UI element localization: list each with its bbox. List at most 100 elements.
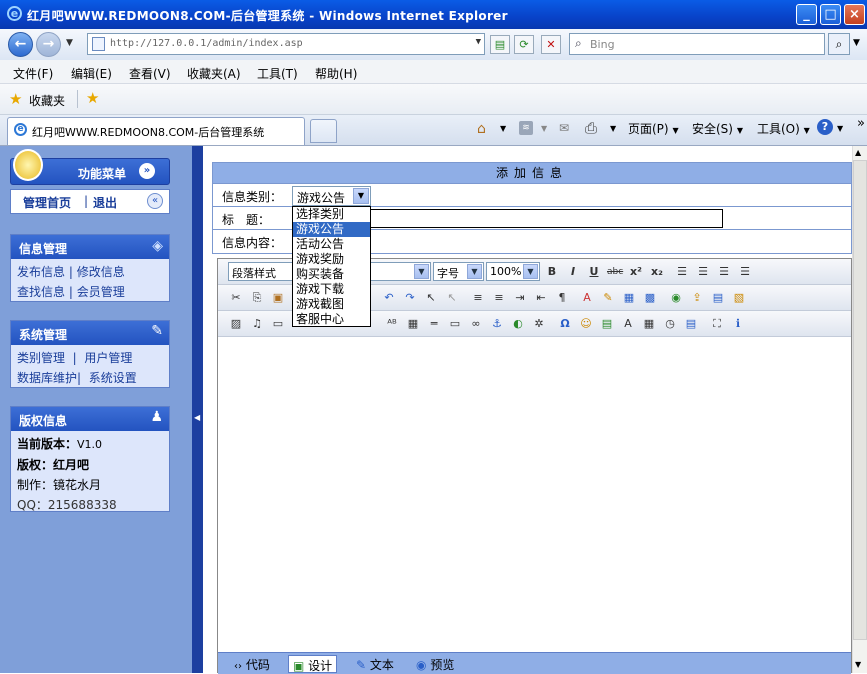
emoticon-icon[interactable]: ☺: [578, 316, 594, 332]
subscript-icon[interactable]: x₂: [649, 264, 665, 280]
new-tab-button[interactable]: [310, 119, 337, 143]
copy-icon[interactable]: ⎘: [249, 290, 265, 306]
home-link[interactable]: 管理首页: [23, 194, 71, 211]
strikethrough-icon[interactable]: abc: [607, 264, 623, 280]
search-info-link[interactable]: 查找信息: [17, 285, 65, 299]
back-button[interactable]: ←: [8, 32, 33, 57]
font-style-icon[interactable]: ▩: [642, 290, 658, 306]
italic-icon[interactable]: I: [565, 264, 581, 280]
help-icon[interactable]: ?: [817, 119, 833, 135]
publish-info-link[interactable]: 发布信息: [17, 265, 65, 279]
align-right-icon[interactable]: ☰: [716, 264, 732, 280]
redo-icon[interactable]: ↷: [402, 290, 418, 306]
minimize-button[interactable]: _: [796, 4, 817, 25]
refresh-icon[interactable]: ⟳: [514, 35, 534, 54]
database-maintenance-link[interactable]: 数据库维护: [17, 371, 77, 385]
close-button[interactable]: ×: [844, 4, 865, 25]
edit-info-link[interactable]: 修改信息: [77, 265, 125, 279]
category-management-link[interactable]: 类别管理: [17, 351, 65, 365]
absolute-pointer-icon[interactable]: ↖: [444, 290, 460, 306]
category-select[interactable]: 游戏公告 ▼: [292, 186, 371, 206]
search-button[interactable]: ⌕: [828, 33, 850, 55]
input-box-icon[interactable]: ▭: [447, 316, 463, 332]
mode-code-tab[interactable]: ‹› 代码: [230, 655, 274, 673]
upload-icon[interactable]: ⇪: [689, 290, 705, 306]
category-option-customer-service[interactable]: 客服中心: [293, 312, 370, 327]
image-gallery-icon[interactable]: ▧: [731, 290, 747, 306]
tools-menu[interactable]: 工具(O) ▼: [757, 120, 810, 137]
home-dropdown-icon[interactable]: ▼: [500, 124, 506, 133]
address-field[interactable]: http://127.0.0.1/admin/index.asp ▼: [87, 33, 485, 55]
logout-link[interactable]: 退出: [93, 194, 117, 211]
chevron-left-icon[interactable]: «: [147, 193, 163, 209]
insert-image-icon[interactable]: ▨: [228, 316, 244, 332]
chevron-more-icon[interactable]: »: [857, 116, 865, 131]
address-dropdown-icon[interactable]: ▼: [476, 37, 481, 47]
time-icon[interactable]: ◷: [662, 316, 678, 332]
globe-link-icon[interactable]: ◉: [668, 290, 684, 306]
search-input[interactable]: ⌕ Bing: [569, 33, 825, 55]
fullscreen-icon[interactable]: ⛶: [709, 316, 725, 332]
scroll-down-icon[interactable]: ▼: [855, 660, 861, 669]
align-left-icon[interactable]: ☰: [674, 264, 690, 280]
menu-help[interactable]: 帮助(H): [315, 65, 357, 82]
page-menu[interactable]: 页面(P) ▼: [628, 120, 679, 137]
scroll-thumb[interactable]: [853, 160, 867, 640]
align-center-icon[interactable]: ☰: [695, 264, 711, 280]
sidebar-splitter[interactable]: ◀: [192, 146, 203, 673]
category-option-event-notice[interactable]: 活动公告: [293, 237, 370, 252]
map-icon[interactable]: ◐: [510, 316, 526, 332]
bold-icon[interactable]: B: [544, 264, 560, 280]
stop-icon[interactable]: ✕: [541, 35, 561, 54]
search-options-icon[interactable]: ▼: [853, 38, 860, 48]
anchor-icon[interactable]: ⚓: [489, 316, 505, 332]
category-option-buy-equipment[interactable]: 购买装备: [293, 267, 370, 282]
page-break-icon[interactable]: ▤: [683, 316, 699, 332]
mode-preview-tab[interactable]: ◉ 预览: [412, 655, 458, 673]
menu-file[interactable]: 文件(F): [13, 65, 53, 82]
category-option-game-notice[interactable]: 游戏公告: [293, 222, 370, 237]
insert-media-icon[interactable]: ♫: [249, 316, 265, 332]
insert-file-icon[interactable]: ▤: [599, 316, 615, 332]
mail-icon[interactable]: ✉: [559, 121, 569, 135]
help-dropdown-icon[interactable]: ▼: [837, 124, 843, 133]
special-char-icon[interactable]: Ω: [557, 316, 573, 332]
home-icon[interactable]: ⌂: [477, 121, 486, 137]
print-icon[interactable]: ⎙: [585, 119, 597, 137]
scroll-up-icon[interactable]: ▲: [855, 148, 861, 157]
font-size-select[interactable]: 字号 ▼: [433, 262, 484, 281]
vertical-scrollbar[interactable]: ▲ ▼: [852, 146, 867, 673]
highlight-icon[interactable]: ✎: [600, 290, 616, 306]
background-color-icon[interactable]: ▦: [621, 290, 637, 306]
art-text-icon[interactable]: A: [620, 316, 636, 332]
menu-tools[interactable]: 工具(T): [257, 65, 298, 82]
align-justify-icon[interactable]: ☰: [737, 264, 753, 280]
text-color-icon[interactable]: A: [579, 290, 595, 306]
ordered-list-icon[interactable]: ≡: [470, 290, 486, 306]
maximize-button[interactable]: □: [820, 4, 841, 25]
menu-favorites[interactable]: 收藏夹(A): [187, 65, 241, 82]
underline-icon[interactable]: U: [586, 264, 602, 280]
indent-icon[interactable]: ⇥: [512, 290, 528, 306]
splitter-arrow-icon[interactable]: ◀: [194, 413, 200, 422]
safety-menu[interactable]: 安全(S) ▼: [692, 120, 743, 137]
insert-form-icon[interactable]: ▭: [270, 316, 286, 332]
editor-content-area[interactable]: [219, 339, 850, 652]
category-dropdown-icon[interactable]: ▼: [353, 188, 369, 204]
outdent-icon[interactable]: ⇤: [533, 290, 549, 306]
menu-edit[interactable]: 编辑(E): [71, 65, 112, 82]
flash-icon[interactable]: ▤: [710, 290, 726, 306]
category-option-game-download[interactable]: 游戏下载: [293, 282, 370, 297]
user-management-link[interactable]: 用户管理: [84, 351, 132, 365]
forward-button[interactable]: →: [36, 32, 61, 57]
unordered-list-icon[interactable]: ≡: [491, 290, 507, 306]
mode-text-tab[interactable]: ✎ 文本: [352, 655, 398, 673]
print-dropdown-icon[interactable]: ▼: [610, 124, 616, 133]
mode-design-tab[interactable]: ▣ 设计: [288, 655, 338, 673]
menu-view[interactable]: 查看(V): [129, 65, 171, 82]
favorites-label[interactable]: 收藏夹: [29, 92, 65, 109]
link-icon[interactable]: ∞: [468, 316, 484, 332]
special-format-icon[interactable]: ᴬᴮ: [384, 316, 400, 332]
category-option-select[interactable]: 选择类别: [293, 207, 370, 222]
undo-icon[interactable]: ↶: [381, 290, 397, 306]
